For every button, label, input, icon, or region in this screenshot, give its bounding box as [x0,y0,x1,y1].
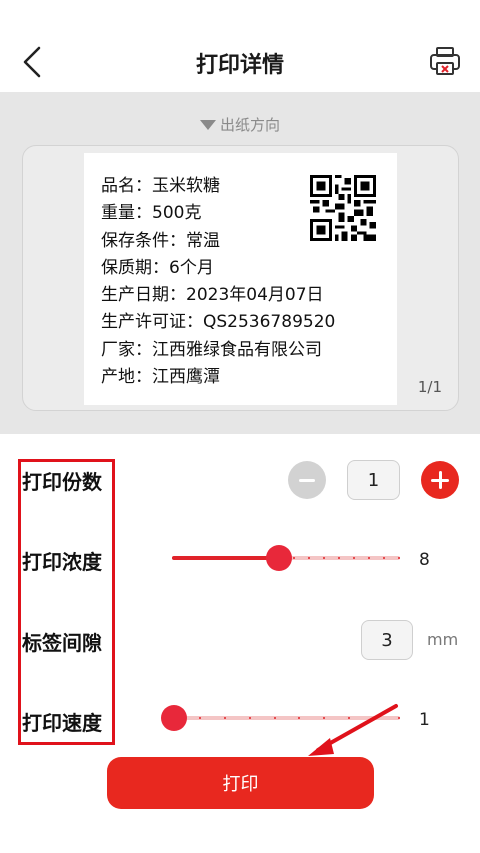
speed-value: 1 [419,710,430,730]
copies-input[interactable]: 1 [347,460,400,500]
label-line: 保存条件：常温 [101,230,220,251]
slider-tick [232,557,234,559]
slider-tick [224,717,226,719]
slider-tick [398,557,400,559]
printer-settings-button[interactable] [428,44,462,78]
print-button[interactable]: 打印 [107,757,374,809]
slider-tick [172,557,174,559]
slider-tick [308,557,310,559]
slider-tick [247,557,249,559]
slider-tick [353,557,355,559]
preview-card: 品名：玉米软糖 重量：500克 保存条件：常温 保质期：6个月 生产日期：202… [22,145,459,411]
slider-tick [217,557,219,559]
label-line: 重量：500克 [101,203,202,224]
slider-tick [274,717,276,719]
gap-label: 标签间隙 [22,631,102,655]
slider-tick [368,557,370,559]
triangle-down-icon [199,119,216,130]
page-indicator: 1/1 [417,378,442,396]
header-bar: 打印详情 [0,0,480,92]
slider-tick [262,557,264,559]
settings-labels-highlight [18,459,115,745]
density-slider[interactable] [172,545,400,571]
paper-direction-label: 出纸方向 [219,116,280,134]
density-value: 8 [419,550,430,570]
increase-copies-button[interactable] [421,461,459,499]
label-line: 保质期：6个月 [101,257,214,278]
label-text-block: 品名：玉米软糖 重量：500克 保存条件：常温 保质期：6个月 生产日期：202… [101,173,335,391]
minus-icon [299,478,315,482]
slider-tick [338,557,340,559]
label-line: 厂家：江西雅绿食品有限公司 [101,339,322,360]
qr-code-icon [310,175,376,241]
decrease-copies-button[interactable] [288,461,326,499]
slider-tick [202,557,204,559]
slider-tick [199,717,201,719]
slider-tick [187,557,189,559]
slider-thumb[interactable] [161,705,187,731]
slider-tick [383,557,385,559]
label-line: 生产日期：2023年04月07日 [101,285,324,306]
slider-tick [323,557,325,559]
copies-label: 打印份数 [22,470,102,494]
slider-tick [293,557,295,559]
label-line: 产地：江西鹰潭 [101,367,220,388]
label-sheet: 品名：玉米软糖 重量：500克 保存条件：常温 保质期：6个月 生产日期：202… [84,153,397,405]
annotation-arrow-icon [308,704,398,756]
page-title: 打印详情 [195,53,284,78]
gap-unit: mm [427,630,459,649]
speed-label: 打印速度 [22,711,102,735]
slider-thumb[interactable] [266,545,292,571]
gap-input[interactable]: 3 [361,620,413,660]
printer-icon [430,47,460,75]
label-line: 品名：玉米软糖 [101,176,220,196]
density-label: 打印浓度 [22,550,102,574]
paper-direction-indicator: 出纸方向 [0,114,480,135]
label-line: 生产许可证：QS2536789520 [101,312,336,333]
label-preview-area: 出纸方向 品名：玉米软糖 重量：500克 保存条件：常温 保质期：6个月 生产日… [0,92,480,434]
slider-tick [249,717,251,719]
